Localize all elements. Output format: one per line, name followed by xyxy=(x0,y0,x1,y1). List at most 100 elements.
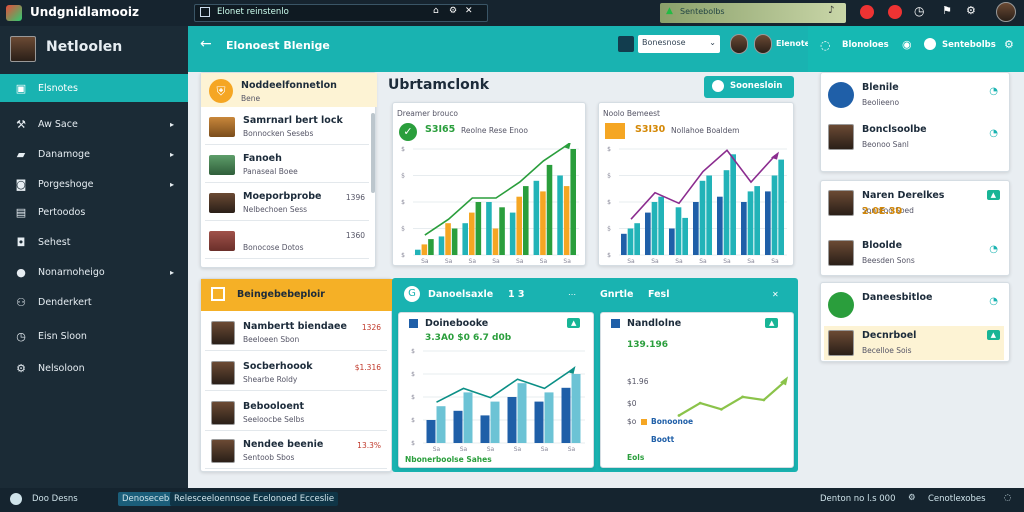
back-arrow-icon[interactable]: ← xyxy=(200,36,212,52)
settings-icon[interactable]: ⚙ xyxy=(966,4,976,17)
item-meta: Beolieeno xyxy=(862,98,900,107)
x-tick-label: Sa xyxy=(541,446,549,453)
bar xyxy=(509,212,516,255)
filter-select[interactable]: Bonesnose ⌄ xyxy=(638,35,720,53)
refresh-icon[interactable]: ◌ xyxy=(1004,493,1011,503)
badge: ▲ xyxy=(765,318,779,328)
x-tick-label: Sa xyxy=(514,446,522,453)
x-tick-label: Sa xyxy=(487,446,495,453)
filter-value: Bonesnose xyxy=(642,38,686,47)
sidebar-item[interactable]: ⚙ Nelsoloon xyxy=(0,354,188,382)
list-item[interactable]: Daneesbitloe ◔ xyxy=(824,288,1004,322)
bell-icon[interactable]: ♪ xyxy=(828,5,834,16)
sidebar-item[interactable]: ▤ Pertoodos xyxy=(0,198,188,226)
chart-3: $ $ $ $ $ Sa Sa Sa Sa Sa Sa xyxy=(411,348,585,453)
list-item[interactable]: Socberhoook Shearbe Roldy $1.316 xyxy=(205,355,387,391)
avatar xyxy=(211,401,235,425)
sidebar-item[interactable]: ⚒ Aw Sace ▸ xyxy=(0,110,188,138)
notification-banner[interactable]: ▲ Sentebolbs ♪ xyxy=(660,3,846,23)
bar xyxy=(534,401,544,443)
status-icon: ◔ xyxy=(989,296,998,307)
search-bar[interactable]: Elonet reinstenlo ⌂ ⚙ ✕ xyxy=(194,4,488,22)
avatar xyxy=(828,124,854,150)
bar xyxy=(438,236,445,255)
bar xyxy=(669,228,675,255)
bar xyxy=(463,392,473,443)
people-panel: Beingebebeploir Nambertt biendaee Beeloee… xyxy=(200,278,393,472)
list-item[interactable]: Nambertt biendaee Beeloeen Sbon 1326 xyxy=(205,315,387,351)
axis-tick: $ xyxy=(411,371,415,378)
sidebar-item-label: Denderkert xyxy=(38,296,92,308)
sidebar-item[interactable]: ▰ Danamoge ▸ xyxy=(0,140,188,168)
list-item[interactable]: Bonclsoolbe Beonoo Sanl ◔ xyxy=(824,120,1004,154)
user-avatar[interactable] xyxy=(996,2,1016,22)
more-icon[interactable]: ⋯ xyxy=(568,290,576,299)
insight1-label: Doinebooke xyxy=(425,318,489,329)
list-item[interactable]: Bebooloent Seeloocbe Selbs xyxy=(205,395,387,431)
status-long: Relesceeloennsoe Ecelonoed Ecceslie xyxy=(170,492,339,506)
chart2-stat-sub: Nollahoe Boaldem xyxy=(671,126,740,135)
toggle-icon[interactable] xyxy=(924,38,936,50)
eye-icon[interactable]: ◉ xyxy=(902,38,912,51)
flag-icon[interactable]: ⚑ xyxy=(942,4,952,17)
x-tick-label: Sa xyxy=(469,258,477,265)
refresh-icon[interactable]: ◌ xyxy=(820,38,830,52)
list-item[interactable]: Moeporbprobe Nelbechoen Sess 1396 xyxy=(205,187,369,221)
bar xyxy=(693,202,699,255)
bar xyxy=(675,207,682,255)
person-meta: Sentoob Sbos xyxy=(243,453,295,462)
alert-icon[interactable] xyxy=(860,5,874,19)
sidebar-item[interactable]: ● Nonarnoheigo ▸ xyxy=(0,258,188,286)
avatar[interactable] xyxy=(754,34,772,54)
pin-icon[interactable]: ⌂ xyxy=(433,6,439,16)
bar xyxy=(730,154,736,255)
search-text: Elonet reinstenlo xyxy=(217,7,289,17)
sidebar-item-label: Nonarnoheigo xyxy=(38,266,105,278)
list-item[interactable]: Blenile Beolieeno ◔ xyxy=(824,78,1004,112)
close-icon[interactable]: ✕ xyxy=(772,290,779,299)
status-icon: ◔ xyxy=(989,244,998,255)
list-item[interactable]: Decnrboel Becelloe Sois ▲ xyxy=(824,326,1004,360)
axis-tick: $ xyxy=(411,348,415,355)
gear-icon[interactable]: ⚙ xyxy=(908,493,916,503)
settings-icon[interactable]: ⚙ xyxy=(1004,38,1014,51)
bar xyxy=(462,223,468,255)
item-value: 2.0E.30 xyxy=(862,206,903,217)
profile-avatar[interactable] xyxy=(10,36,36,62)
sidebar: Netloolen ▣ Elsnotes ⚒ Aw Sace ▸ ▰ Danamoge ▸ ◙ P… xyxy=(0,26,188,488)
sidebar-item[interactable]: ◘ Sehest xyxy=(0,228,188,256)
list-item[interactable]: Fanoeh Panaseal Boee xyxy=(205,149,369,183)
list-item[interactable]: Naren Derelkes Sonotoo Soed 2.0E.30 ▲ xyxy=(824,186,1004,220)
list-item[interactable]: Bonocose Dotos 1360 xyxy=(205,225,369,259)
item-name: Daneesbitloe xyxy=(862,292,933,303)
lock-icon[interactable]: ⚙ xyxy=(449,6,457,16)
bar xyxy=(546,164,553,255)
scrollbar[interactable] xyxy=(371,113,375,193)
status-icon: ◔ xyxy=(989,86,998,97)
header-right-label: Blonoloes xyxy=(842,40,889,50)
primary-button[interactable]: Soonesloin xyxy=(704,76,794,98)
bar xyxy=(517,383,527,443)
product-thumbnail xyxy=(209,155,235,175)
clock-icon[interactable]: ◷ xyxy=(914,4,924,18)
notification-icon[interactable] xyxy=(888,5,902,19)
sidebar-item[interactable]: ◙ Porgeshoge ▸ xyxy=(0,170,188,198)
list-item[interactable]: Bloolde Beesden Sons ◔ xyxy=(824,236,1004,270)
sidebar-item-label: Danamoge xyxy=(38,148,90,160)
sidebar-item[interactable]: ◷ Eisn Sloon xyxy=(0,322,188,350)
insights-panel: G Danoelsaxle 1 3 ⋯ Gnrtle Fesl ✕ Doineb… xyxy=(392,278,798,472)
axis-tick: $ xyxy=(607,199,611,206)
sidebar-item[interactable]: ⚇ Denderkert xyxy=(0,288,188,316)
sidebar-item-label: Eisn Sloon xyxy=(38,330,87,342)
close-icon[interactable]: ✕ xyxy=(465,6,473,16)
bar xyxy=(499,207,505,255)
avatar[interactable] xyxy=(730,34,748,54)
list-item[interactable]: Nendee beenie Sentoob Sbos 13.3% xyxy=(205,433,387,469)
sidebar-item[interactable]: ▣ Elsnotes xyxy=(0,74,188,102)
people-header: Beingebebeploir xyxy=(201,279,393,311)
line-series xyxy=(678,380,786,417)
chevron-down-icon: ⌄ xyxy=(709,38,716,47)
list-item[interactable]: Samrnarl bert lock Bonnocken Sesebs xyxy=(205,111,369,145)
badge: ▲ xyxy=(986,190,1000,200)
calendar-icon[interactable] xyxy=(618,36,634,52)
